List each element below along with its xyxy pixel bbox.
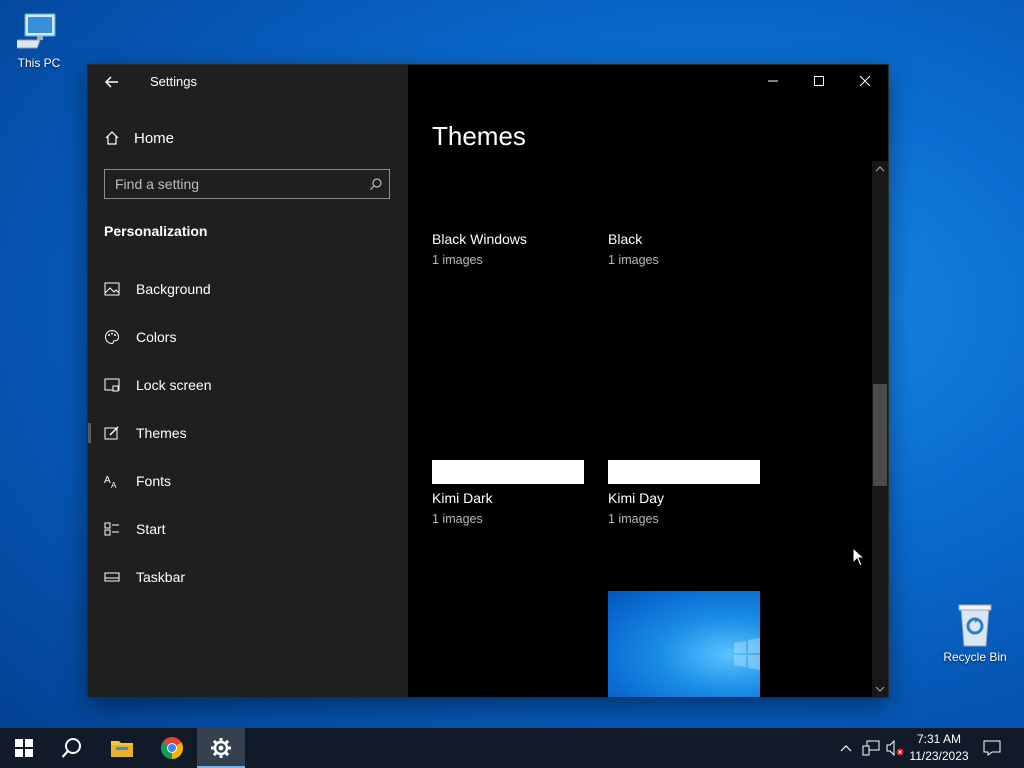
nav-item-themes[interactable]: Themes: [88, 409, 408, 457]
computer-icon: [17, 13, 56, 49]
theme-image-count: 1 images: [432, 512, 483, 526]
start-icon: [104, 521, 120, 537]
search-icon: [61, 738, 81, 758]
settings-nav-pane: Settings Home Personalization Background: [88, 65, 408, 697]
window-controls: [750, 65, 888, 97]
home-icon: [105, 131, 119, 145]
theme-name: Black: [608, 231, 643, 247]
theme-card-kimi-day[interactable]: Kimi Day 1 images: [608, 490, 760, 526]
chrome-icon: [161, 737, 183, 759]
nav-item-label: Lock screen: [136, 377, 212, 393]
clock-time: 7:31 AM: [916, 732, 962, 746]
nav-item-start[interactable]: Start: [88, 505, 408, 553]
taskbar-icon: [104, 569, 120, 585]
scroll-thumb[interactable]: [873, 384, 887, 486]
settings-window: Settings Home Personalization Background: [88, 65, 888, 697]
nav-item-label: Colors: [136, 329, 177, 345]
title-bar: Settings: [88, 65, 408, 99]
app-title: Settings: [150, 74, 197, 89]
desktop-icon-recycle-bin[interactable]: Recycle Bin: [940, 602, 1010, 664]
nav-home-label: Home: [134, 129, 175, 147]
close-icon: [859, 75, 871, 87]
maximize-button[interactable]: [796, 65, 842, 97]
network-tray-button[interactable]: [860, 728, 882, 768]
chevron-down-icon: [875, 686, 885, 692]
theme-card-black[interactable]: Black 1 images: [608, 231, 760, 267]
svg-text:A: A: [111, 481, 117, 489]
nav-home[interactable]: Home: [104, 127, 174, 149]
scroll-up-button[interactable]: [872, 161, 888, 177]
nav-item-fonts[interactable]: AA Fonts: [88, 457, 408, 505]
theme-name: Black Windows: [432, 231, 527, 247]
theme-thumbnail-windows[interactable]: [608, 591, 760, 697]
file-explorer-button[interactable]: [98, 728, 146, 768]
page-title: Themes: [432, 121, 526, 151]
lock-screen-icon: [104, 377, 120, 393]
back-button[interactable]: [100, 71, 124, 93]
taskbar-search-button[interactable]: [48, 728, 96, 768]
notification-icon: [983, 740, 1001, 756]
nav-item-label: Background: [136, 281, 211, 297]
scroll-down-button[interactable]: [872, 681, 888, 697]
close-button[interactable]: [842, 65, 888, 97]
nav-item-lock-screen[interactable]: Lock screen: [88, 361, 408, 409]
desktop-icon-this-pc[interactable]: This PC: [4, 10, 74, 70]
theme-thumbnail-kimi-dark[interactable]: [432, 460, 584, 484]
show-hidden-icons-button[interactable]: [836, 728, 856, 768]
windows-logo-icon: [734, 638, 760, 670]
nav-item-taskbar[interactable]: Taskbar: [88, 553, 408, 601]
theme-name: Kimi Dark: [432, 490, 493, 506]
action-center-button[interactable]: [978, 728, 1006, 768]
windows-start-icon: [15, 739, 33, 757]
svg-text:A: A: [104, 475, 111, 486]
search-icon[interactable]: [363, 177, 389, 191]
nav-item-background[interactable]: Background: [88, 265, 408, 313]
desktop-icon-label: This PC: [17, 56, 61, 70]
nav-item-label: Start: [136, 521, 166, 537]
desktop-icon-label: Recycle Bin: [943, 650, 1007, 664]
minimize-icon: [768, 80, 778, 82]
taskbar: 7:31 AM 11/23/2023: [0, 728, 1024, 768]
theme-thumbnail-kimi-day[interactable]: [608, 460, 760, 484]
chevron-up-icon: [840, 745, 852, 752]
nav-item-label: Taskbar: [136, 569, 186, 585]
back-arrow-icon: [104, 76, 118, 88]
search-box[interactable]: [104, 169, 390, 199]
nav-item-label: Themes: [136, 425, 187, 441]
recycle-bin-icon: [958, 604, 992, 647]
volume-tray-button[interactable]: [884, 728, 906, 768]
start-button[interactable]: [0, 728, 48, 768]
font-icon: AA: [104, 473, 120, 489]
mouse-cursor-icon: [852, 547, 866, 567]
nav-item-colors[interactable]: Colors: [88, 313, 408, 361]
brush-icon: [104, 425, 120, 441]
theme-name: Kimi Day: [608, 490, 665, 506]
vertical-scrollbar[interactable]: [872, 161, 888, 697]
theme-image-count: 1 images: [608, 512, 659, 526]
taskbar-clock[interactable]: 7:31 AM 11/23/2023: [904, 728, 974, 768]
theme-card-black-windows[interactable]: Black Windows 1 images: [432, 231, 584, 267]
file-explorer-icon: [111, 741, 133, 757]
minimize-button[interactable]: [750, 65, 796, 97]
theme-image-count: 1 images: [432, 253, 483, 267]
palette-icon: [104, 329, 120, 345]
nav-list: Background Colors Lock screen Themes A A…: [88, 265, 408, 601]
theme-image-count: 1 images: [608, 253, 659, 267]
section-heading: Personalization: [104, 223, 208, 239]
picture-icon: [104, 281, 120, 297]
themes-content-pane: Themes Black Windows 1 images Black 1 im…: [408, 65, 888, 697]
settings-gear-icon: [211, 738, 231, 758]
volume-muted-icon: [886, 740, 904, 756]
nav-item-label: Fonts: [136, 473, 172, 489]
maximize-icon: [814, 76, 824, 86]
chrome-button[interactable]: [148, 728, 196, 768]
network-icon: [862, 740, 880, 756]
settings-taskbar-button[interactable]: [197, 728, 245, 768]
chevron-up-icon: [875, 166, 885, 172]
theme-card-kimi-dark[interactable]: Kimi Dark 1 images: [432, 490, 584, 526]
clock-date: 11/23/2023: [909, 749, 969, 763]
search-input[interactable]: [105, 175, 363, 193]
